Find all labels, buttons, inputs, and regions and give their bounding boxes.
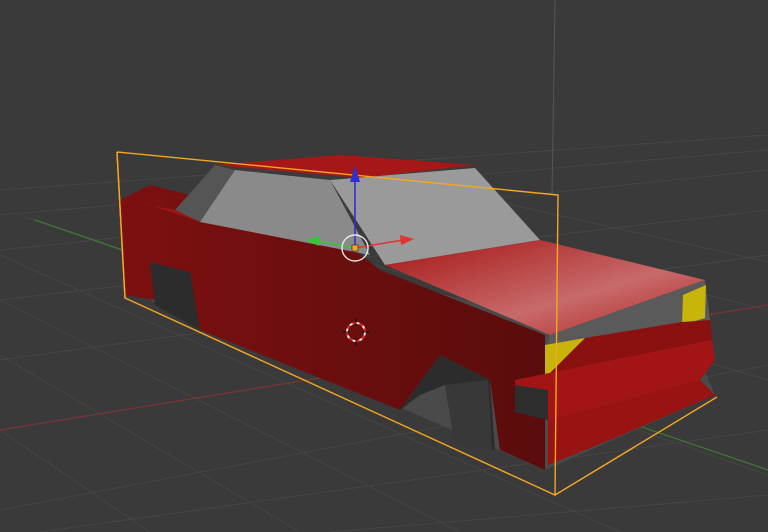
3d-viewport[interactable] [0,0,768,532]
object-origin [351,244,359,252]
viewport-scene[interactable] [0,0,768,532]
car-model[interactable] [120,155,715,470]
z-axis-line [551,0,556,196]
front-wheel [445,380,492,450]
